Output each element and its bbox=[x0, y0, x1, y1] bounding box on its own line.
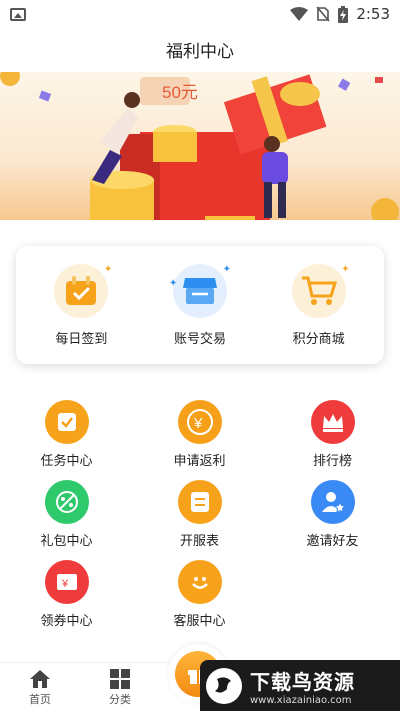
svg-text:¥: ¥ bbox=[193, 415, 203, 432]
coupon-icon: ¥ bbox=[44, 560, 89, 604]
invite-user-icon bbox=[310, 480, 355, 524]
home-icon bbox=[30, 670, 50, 688]
grid-item-label: 客服中心 bbox=[173, 614, 226, 629]
grid-item-gift-center[interactable]: 礼包中心 bbox=[0, 480, 133, 560]
banner-badge: 50元 bbox=[162, 83, 198, 102]
quick-action-label: 积分商城 bbox=[292, 331, 345, 347]
quick-action-label: 每日签到 bbox=[55, 331, 108, 347]
quick-actions-card: ✦ 每日签到 ✦ ✦ 账号交易 ✦ 积分商城 bbox=[16, 246, 384, 364]
grid-item-label: 任务中心 bbox=[40, 454, 93, 469]
nav-item-category[interactable]: 分类 bbox=[90, 669, 150, 707]
quick-action-label: 账号交易 bbox=[173, 331, 226, 347]
grid-item-coupon-center[interactable]: ¥ 领券中心 bbox=[0, 560, 133, 640]
schedule-icon bbox=[177, 480, 222, 524]
calendar-check-icon: ✦ bbox=[54, 263, 112, 318]
watermark-url: www.xiazainiao.com bbox=[250, 694, 352, 706]
clock: 2:53 bbox=[356, 5, 390, 23]
quick-action-points-mall[interactable]: ✦ 积分商城 bbox=[264, 263, 374, 347]
nav-label: 首页 bbox=[29, 693, 51, 706]
watermark-text: 下载鸟资源 bbox=[250, 669, 355, 694]
no-sim-icon bbox=[316, 6, 330, 22]
header: 福利中心 bbox=[0, 28, 400, 70]
grid-item-label: 开服表 bbox=[179, 534, 219, 549]
grid-item-label: 申请返利 bbox=[173, 454, 226, 469]
welfare-banner[interactable]: 50元 bbox=[0, 72, 400, 220]
grid-item-invite-friends[interactable]: 邀请好友 bbox=[266, 480, 399, 560]
grid-item-apply-rebate[interactable]: ¥ 申请返利 bbox=[133, 400, 266, 480]
grid-item-label: 邀请好友 bbox=[306, 534, 359, 549]
crown-icon bbox=[310, 400, 355, 444]
grid-item-task-center[interactable]: 任务中心 bbox=[0, 400, 133, 480]
grid-item-label: 礼包中心 bbox=[40, 534, 93, 549]
svg-text:¥: ¥ bbox=[61, 578, 69, 590]
task-check-icon bbox=[44, 400, 89, 444]
wifi-icon bbox=[290, 7, 309, 21]
quick-action-account-trade[interactable]: ✦ ✦ 账号交易 bbox=[145, 263, 255, 347]
nav-label: 分类 bbox=[109, 693, 131, 706]
status-bar: 2:53 bbox=[0, 0, 400, 28]
gift-tag-icon bbox=[44, 480, 89, 524]
smile-icon bbox=[177, 560, 222, 604]
quick-action-daily-checkin[interactable]: ✦ 每日签到 bbox=[26, 263, 136, 347]
grid-item-label: 领券中心 bbox=[40, 614, 93, 629]
battery-charging-icon bbox=[338, 5, 349, 23]
nav-item-home[interactable]: 首页 bbox=[10, 669, 70, 707]
grid-item-server-schedule[interactable]: 开服表 bbox=[133, 480, 266, 560]
store-icon: ✦ ✦ bbox=[169, 263, 231, 318]
yen-coin-icon: ¥ bbox=[177, 400, 222, 444]
watermark-logo: 下载鸟资源 www.xiazainiao.com bbox=[200, 660, 400, 711]
grid-item-customer-service[interactable]: 客服中心 bbox=[133, 560, 266, 640]
gift-box-illustration: 50元 bbox=[0, 72, 399, 220]
page-title: 福利中心 bbox=[166, 41, 234, 62]
grid-item-label: 排行榜 bbox=[312, 454, 352, 469]
bird-icon bbox=[206, 667, 242, 704]
category-icon bbox=[110, 669, 130, 689]
grid-item-leaderboard[interactable]: 排行榜 bbox=[266, 400, 399, 480]
shopping-cart-icon: ✦ bbox=[291, 263, 350, 318]
image-icon bbox=[10, 7, 26, 21]
feature-grid: 任务中心 ¥ 申请返利 排行榜 礼包中心 开服表 邀请好友 ¥ 领券中心 客服中… bbox=[0, 400, 400, 640]
